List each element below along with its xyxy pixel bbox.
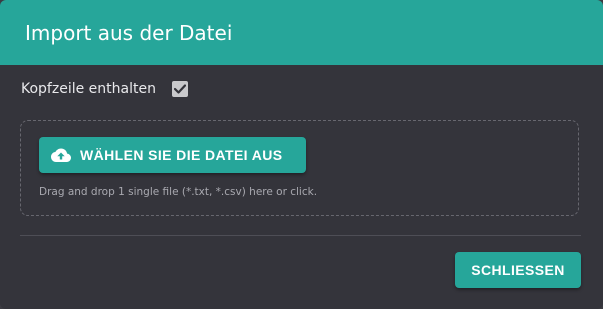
checkmark-icon xyxy=(173,84,186,94)
choose-file-button[interactable]: WÄHLEN SIE DIE DATEI AUS xyxy=(39,137,306,173)
choose-file-button-label: WÄHLEN SIE DIE DATEI AUS xyxy=(80,147,283,163)
header-checkbox[interactable] xyxy=(171,81,188,97)
footer-divider xyxy=(20,235,581,236)
cloud-upload-icon xyxy=(51,147,71,163)
file-dropzone[interactable]: WÄHLEN SIE DIE DATEI AUS Drag and drop 1… xyxy=(20,120,579,216)
close-button-label: SCHLIESSEN xyxy=(471,262,565,278)
import-dialog: Import aus der Datei Kopfzeile enthalten… xyxy=(0,0,603,309)
header-checkbox-label[interactable]: Kopfzeile enthalten xyxy=(21,81,156,97)
close-button[interactable]: SCHLIESSEN xyxy=(455,252,581,288)
dialog-header: Import aus der Datei xyxy=(0,0,603,65)
header-option-row: Kopfzeile enthalten xyxy=(21,78,188,100)
dialog-title: Import aus der Datei xyxy=(25,20,233,45)
dropzone-hint: Drag and drop 1 single file (*.txt, *.cs… xyxy=(39,186,318,198)
